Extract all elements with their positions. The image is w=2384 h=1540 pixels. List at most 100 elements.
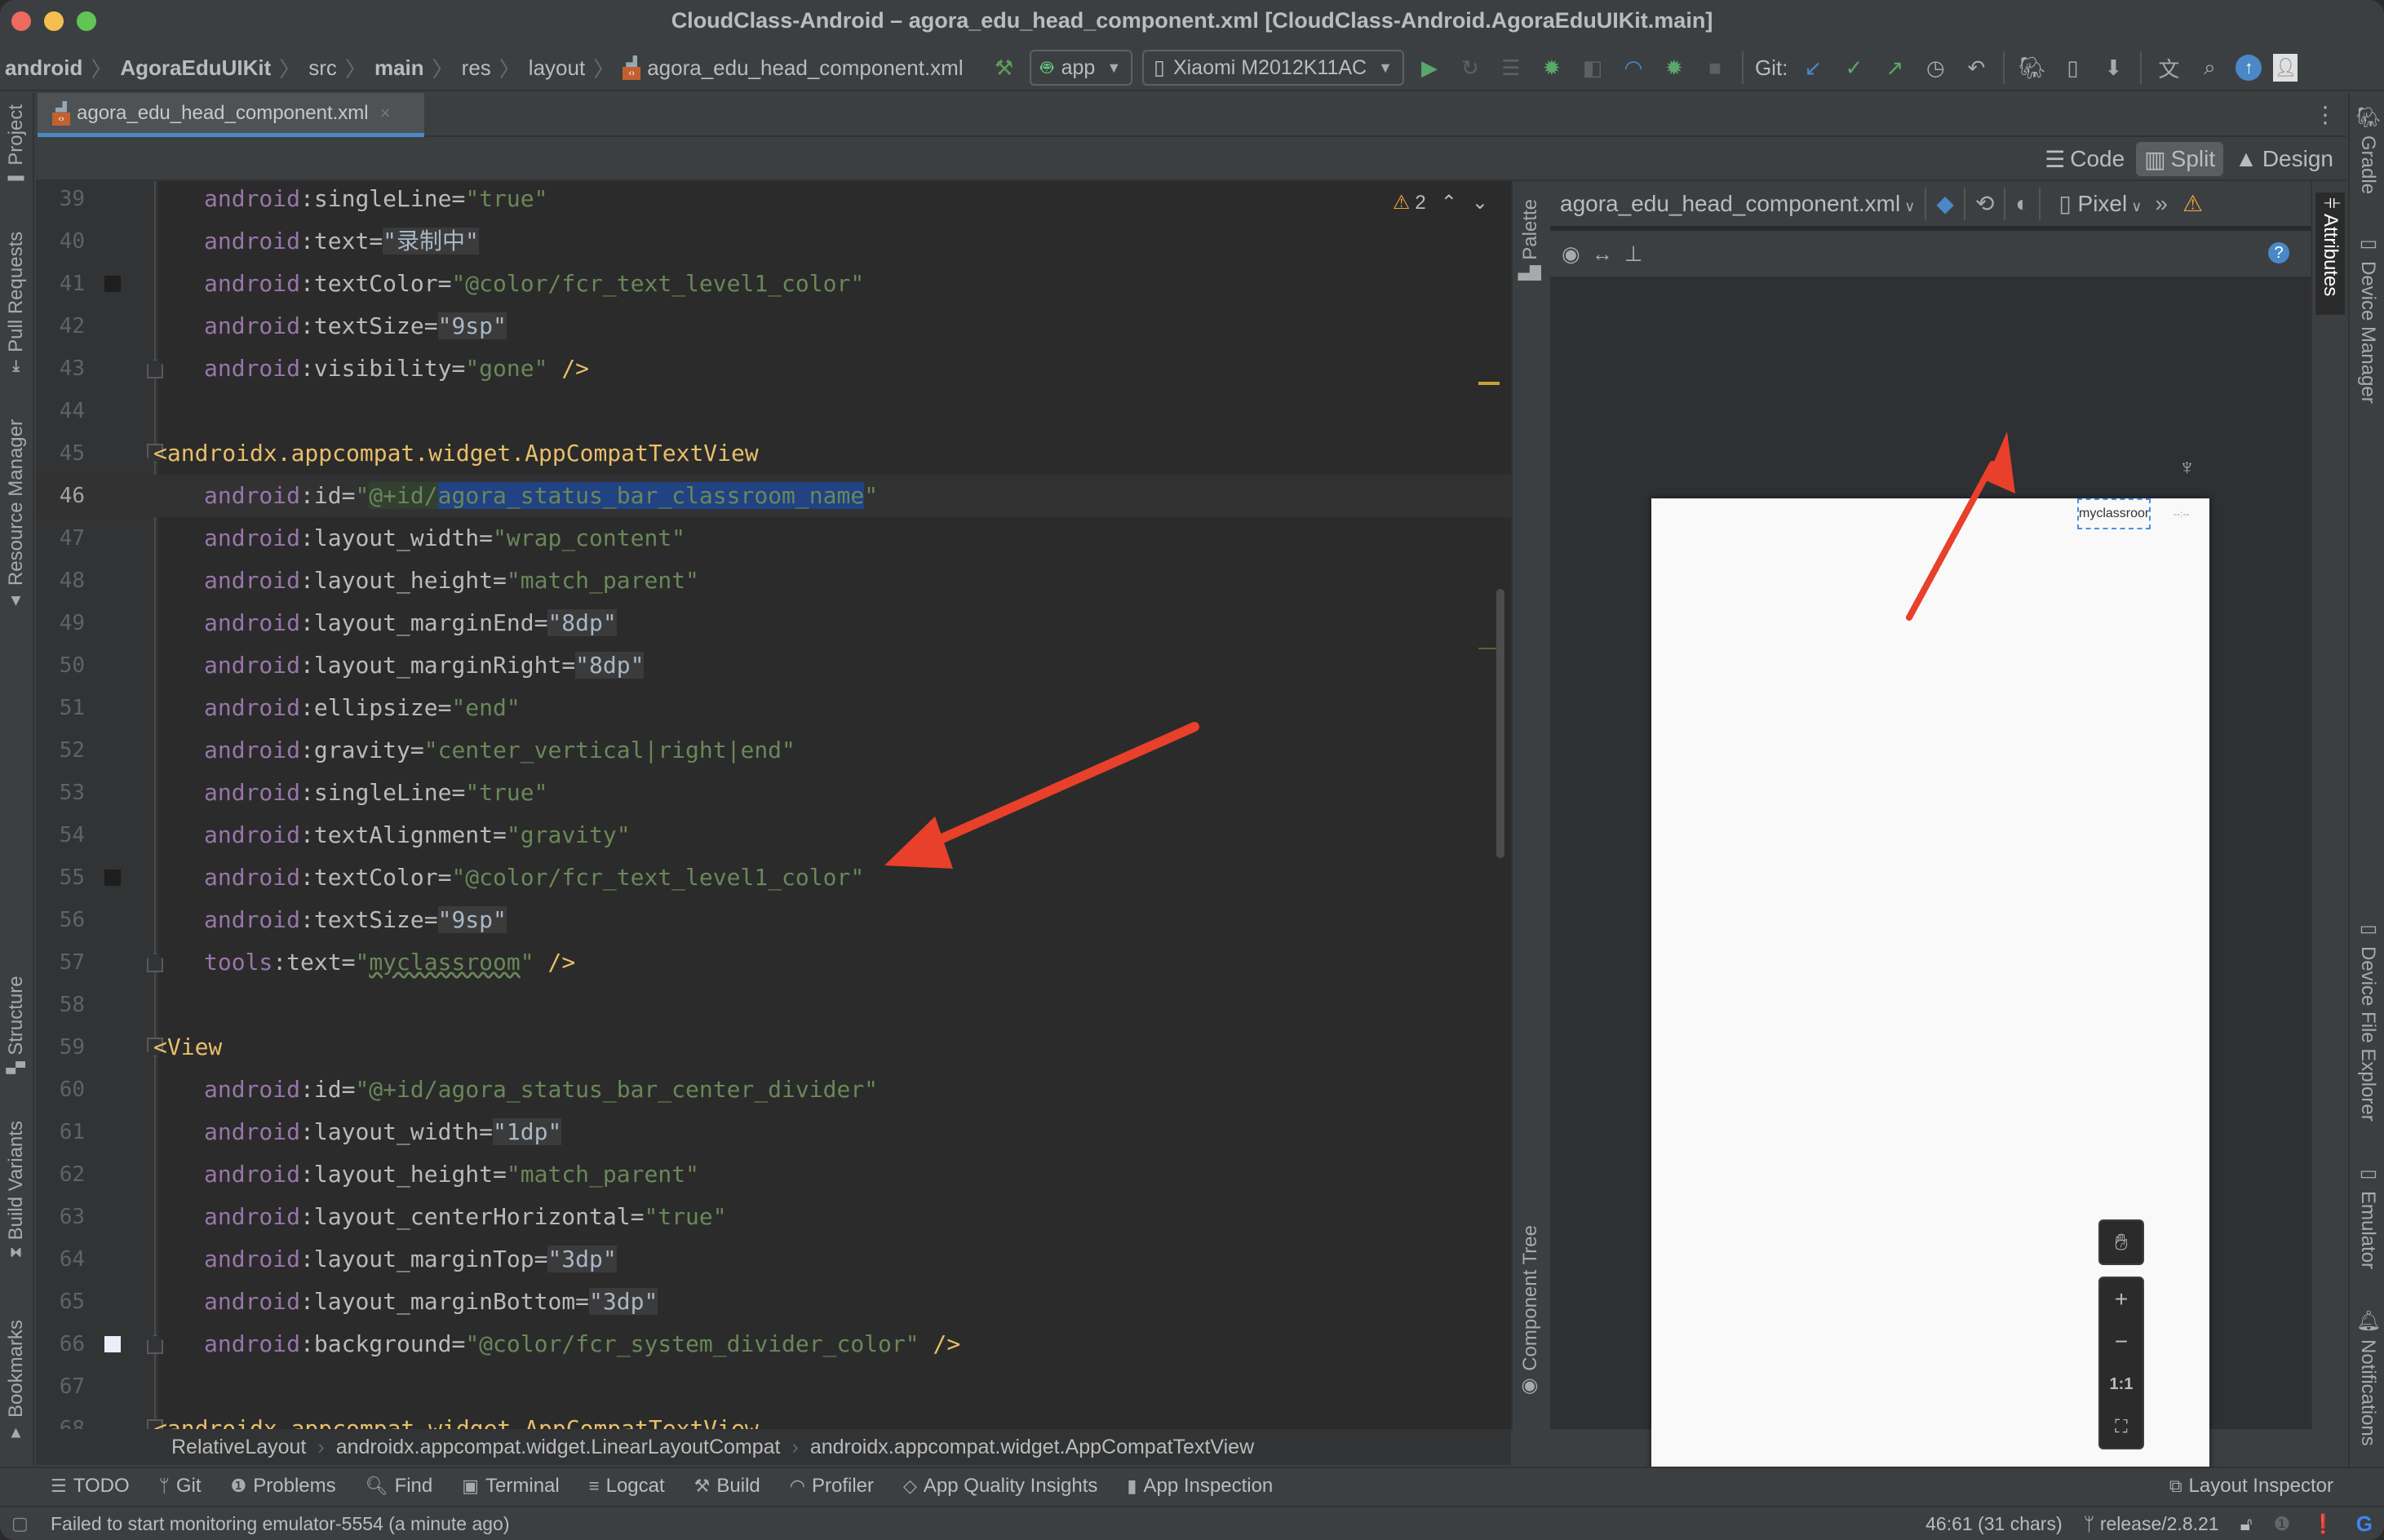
breadcrumb-module[interactable]: AgoraEduUIKit	[115, 55, 276, 81]
tool-tab-build-variants[interactable]: ⧗ Build Variants	[5, 1121, 28, 1258]
tool-tab-bookmarks[interactable]: ▼ Bookmarks	[5, 1320, 28, 1442]
tool-tab-notifications[interactable]: 🔔︎ Notifications	[2356, 1308, 2379, 1446]
inspection-widget[interactable]: ⚠ 2 ⌃ ⌄	[1393, 191, 1488, 215]
tool-tab-terminal[interactable]: ▣ Terminal	[462, 1475, 560, 1498]
constraint-icon[interactable]: ⊥	[1624, 241, 1643, 267]
zoom-out-button[interactable]: −	[2100, 1321, 2142, 1363]
code-line[interactable]: 53 android:singleLine="true"	[36, 772, 1511, 814]
design-canvas[interactable]: ♆ myclassroom --:-- ✋︎ + − 1:1 ⛶	[1550, 277, 2311, 1490]
close-tab-icon[interactable]: ×	[380, 103, 391, 124]
tool-tab-app-quality-insights[interactable]: ◇ App Quality Insights	[903, 1475, 1097, 1498]
code-line[interactable]: 42 android:textSize="9sp"	[36, 305, 1511, 347]
tool-tab-todo[interactable]: ☰ TODO	[51, 1475, 130, 1498]
breadcrumb-layout[interactable]: layout	[524, 55, 590, 81]
code-line[interactable]: 51 android:ellipsize="end"	[36, 687, 1511, 729]
breadcrumb-file[interactable]: agora_edu_head_component.xml	[618, 55, 968, 81]
tool-tab-app-inspection[interactable]: ▮ App Inspection	[1127, 1475, 1273, 1498]
git-commit-icon[interactable]: ✓	[1839, 53, 1868, 82]
tool-tab-gradle[interactable]: 🐘︎ Gradle	[2356, 104, 2379, 195]
apply-code-changes-icon[interactable]: ☰	[1496, 53, 1526, 82]
tool-tab-logcat[interactable]: ≡ Logcat	[589, 1475, 665, 1498]
history-icon[interactable]: ◷	[1921, 53, 1950, 82]
git-push-icon[interactable]: ↗	[1880, 53, 1909, 82]
code-line[interactable]: 40 android:text="录制中"	[36, 220, 1511, 263]
design-surface-icon[interactable]: ◆	[1936, 190, 1954, 217]
code-line[interactable]: 54 android:textAlignment="gravity"	[36, 814, 1511, 856]
next-problem-icon[interactable]: ⌄	[1472, 191, 1488, 215]
help-icon[interactable]: ?	[2268, 242, 2289, 263]
selected-textview[interactable]: myclassroom	[2077, 498, 2151, 529]
code-mode-button[interactable]: ☰ Code	[2036, 142, 2133, 176]
git-branch[interactable]: ᛘ release/2.8.21	[2084, 1513, 2219, 1535]
hammer-icon[interactable]: ⚒	[990, 53, 1019, 82]
stop-icon[interactable]: ■	[1700, 53, 1730, 82]
device-select[interactable]: ▯ Xiaomi M2012K11AC ▼	[1142, 50, 1404, 86]
code-line[interactable]: 48 android:layout_height="match_parent"	[36, 560, 1511, 602]
code-line[interactable]: 68 <androidx.appcompat.widget.AppCompatTe…	[36, 1408, 1511, 1429]
tool-tab-git[interactable]: ᛘ Git	[159, 1475, 202, 1498]
tool-tab-project[interactable]: ▬ Project	[5, 104, 28, 190]
xml-crumb[interactable]: RelativeLayout	[171, 1436, 306, 1459]
breadcrumb-main[interactable]: main	[370, 55, 429, 81]
editor-scrollbar[interactable]	[1496, 589, 1504, 858]
palette-tab[interactable]: ▙ Palette	[1519, 199, 1542, 281]
code-line[interactable]: 44	[36, 390, 1511, 432]
run-icon[interactable]: ▶	[1415, 53, 1444, 82]
code-line[interactable]: 41 android:textColor="@color/fcr_text_lev…	[36, 263, 1511, 305]
google-icon[interactable]: G	[2356, 1511, 2373, 1537]
translate-icon[interactable]: 文	[2154, 53, 2183, 82]
orientation-icon[interactable]: ⟲	[1975, 190, 1994, 217]
breadcrumb-src[interactable]: src	[304, 55, 342, 81]
rollback-icon[interactable]: ↶	[1961, 53, 1991, 82]
update-icon[interactable]: ↑	[2236, 55, 2262, 81]
fold-marker-icon[interactable]	[147, 359, 163, 378]
code-line[interactable]: 39 android:singleLine="true"	[36, 181, 1511, 220]
device-preview-select[interactable]: ▯ Pixel ∨	[2058, 190, 2142, 217]
gradle-sync-icon[interactable]: 🐘︎	[2017, 53, 2046, 82]
fold-marker-icon[interactable]	[147, 953, 163, 972]
actual-size-button[interactable]: 1:1	[2100, 1363, 2142, 1405]
design-mode-button[interactable]: ▲ Design	[2227, 142, 2342, 176]
pan-tool[interactable]: ✋︎	[2098, 1219, 2144, 1265]
tool-layout-inspector[interactable]: ⧉ Layout Inspector	[2169, 1475, 2333, 1498]
run-config-select[interactable]: 🤖︎ app ▼	[1029, 50, 1133, 86]
tool-tab-find[interactable]: 🔍︎ Find	[366, 1475, 433, 1498]
code-line[interactable]: 47 android:layout_width="wrap_content"	[36, 517, 1511, 560]
problems-icon[interactable]: ❶	[2274, 1513, 2291, 1535]
warning-stripe-marker[interactable]	[1478, 382, 1500, 385]
code-line[interactable]: 56 android:textSize="9sp"	[36, 899, 1511, 941]
code-line[interactable]: 50 android:layout_marginRight="8dp"	[36, 644, 1511, 687]
tool-windows-icon[interactable]: ▢	[11, 1513, 29, 1534]
split-mode-button[interactable]: ▥ Split	[2136, 142, 2224, 176]
fold-marker-icon[interactable]	[147, 1334, 163, 1354]
tool-tab-structure[interactable]: ▚ Structure	[5, 976, 28, 1074]
zoom-in-button[interactable]: +	[2100, 1278, 2142, 1321]
night-mode-icon[interactable]: ◐	[2015, 191, 2029, 217]
code-line[interactable]: 52 android:gravity="center_vertical|right…	[36, 729, 1511, 772]
code-line[interactable]: 45 <androidx.appcompat.widget.AppCompatTe…	[36, 432, 1511, 475]
color-swatch-icon[interactable]	[104, 276, 121, 292]
code-line[interactable]: 55 android:textColor="@color/fcr_text_lev…	[36, 856, 1511, 899]
code-line[interactable]: 62 android:layout_height="match_parent"	[36, 1153, 1511, 1196]
tool-tab-resource-manager[interactable]: ▲ Resource Manager	[5, 419, 28, 610]
debug-attach-icon[interactable]: ✹	[1659, 53, 1689, 82]
tool-tab-build[interactable]: ⚒ Build	[694, 1475, 760, 1498]
color-swatch-icon[interactable]	[104, 870, 121, 886]
xml-crumb[interactable]: androidx.appcompat.widget.AppCompatTextV…	[810, 1436, 1254, 1459]
code-line[interactable]: 58	[36, 984, 1511, 1026]
code-line[interactable]: 67	[36, 1365, 1511, 1408]
code-line[interactable]: 65 android:layout_marginBottom="3dp"	[36, 1281, 1511, 1323]
code-editor[interactable]: 39 android:singleLine="true" 40 android:tex…	[36, 181, 1511, 1429]
breadcrumb-res[interactable]: res	[457, 55, 496, 81]
sdk-manager-icon[interactable]: ⬇	[2098, 53, 2128, 82]
view-options-icon[interactable]: ◉	[1562, 241, 1580, 267]
color-swatch-icon[interactable]	[104, 1336, 121, 1352]
avatar[interactable]: 👤︎	[2273, 54, 2298, 82]
tool-tab-device-file-explorer[interactable]: ▭ Device File Explorer	[2356, 917, 2379, 1122]
previous-problem-icon[interactable]: ⌃	[1441, 191, 1457, 215]
search-icon[interactable]: ⌕	[2195, 53, 2224, 82]
editor-tab[interactable]: agora_edu_head_component.xml ×	[38, 93, 424, 137]
pan-horizontal-icon[interactable]: ↔	[1592, 241, 1613, 267]
code-line[interactable]: 49 android:layout_marginEnd="8dp"	[36, 602, 1511, 644]
breadcrumb-android[interactable]: android	[0, 55, 87, 81]
